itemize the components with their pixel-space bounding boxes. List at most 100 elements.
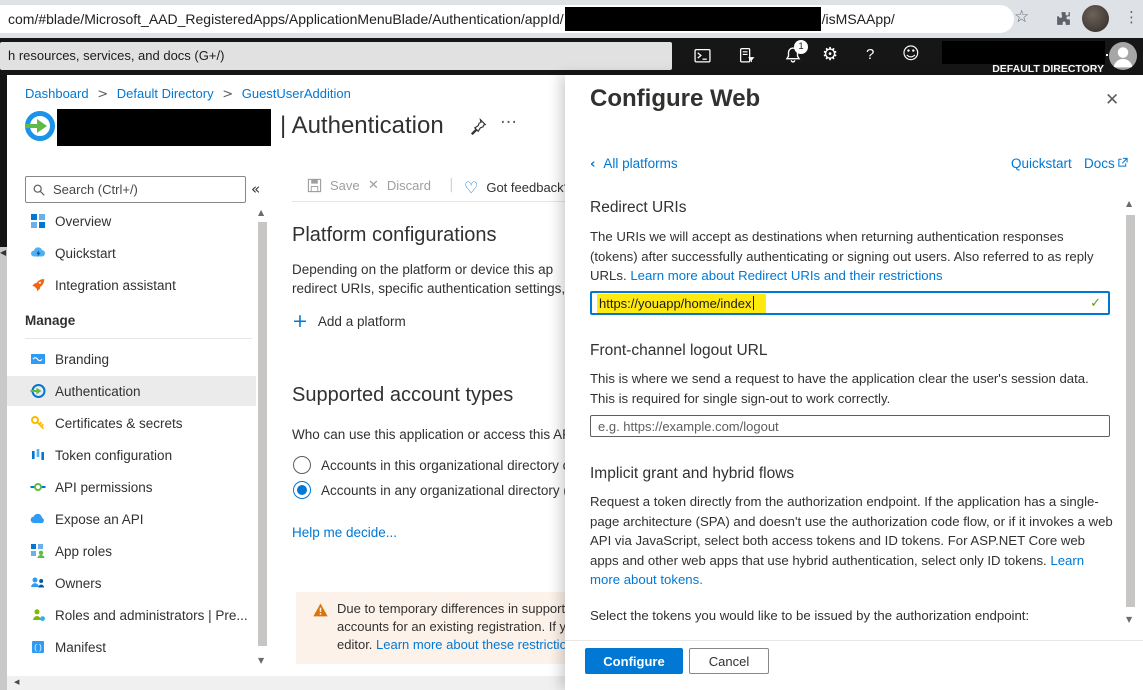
browser-menu-dots-icon[interactable]: ⋮ (1124, 8, 1139, 26)
browser-chrome: com/#blade/Microsoft_AAD_RegisteredApps/… (0, 0, 1143, 38)
url-suffix: /isMSAApp/ (822, 11, 895, 27)
collapse-sidebar-icon[interactable]: « (251, 180, 260, 198)
logout-url-placeholder: e.g. https://example.com/logout (598, 419, 779, 434)
discard-x-icon: ✕ (368, 178, 379, 193)
panel-title: Configure Web (590, 85, 760, 113)
cloud-shell-icon[interactable] (694, 48, 711, 64)
overview-grid-icon (30, 213, 46, 229)
add-platform-button[interactable]: + Add a platform (292, 310, 406, 332)
warning-triangle-icon (313, 603, 328, 617)
warning-line1: Due to temporary differences in supporte… (337, 601, 580, 616)
redirect-uri-input[interactable]: https://youapp/home/index ✓ (590, 291, 1110, 315)
cancel-button[interactable]: Cancel (689, 648, 769, 674)
rocket-icon (30, 277, 46, 293)
azure-profile-avatar[interactable] (1109, 42, 1137, 70)
global-search-input[interactable]: h resources, services, and docs (G+/) (0, 42, 672, 70)
directory-filter-icon[interactable] (738, 47, 756, 64)
panel-scroll-down-icon[interactable]: ▼ (1126, 615, 1132, 624)
redacted-account-email (943, 42, 1104, 63)
docs-link[interactable]: Docs (1084, 156, 1128, 171)
configure-button[interactable]: Configure (585, 648, 683, 674)
app-registration-icon (24, 110, 56, 142)
save-button[interactable]: Save (307, 178, 360, 193)
logout-url-input[interactable]: e.g. https://example.com/logout (590, 415, 1110, 437)
save-floppy-icon (307, 178, 322, 193)
help-me-decide-link[interactable]: Help me decide... (292, 525, 397, 540)
roles-admins-icon (30, 607, 46, 623)
redirect-learn-more-link[interactable]: Learn more about Redirect URIs and their… (630, 268, 942, 283)
sidebar-search-input[interactable]: Search (Ctrl+/) (25, 176, 246, 203)
svg-text:( ): ( ) (34, 643, 42, 652)
sidebar-item-manifest[interactable]: ( ) Manifest (7, 632, 256, 662)
hscroll-left-arrow-icon[interactable]: ◀ (14, 678, 19, 686)
sidebar-item-app-roles[interactable]: App roles (7, 536, 256, 566)
toolbar-divider (292, 201, 565, 202)
redirect-uris-description: The URIs we will accept as destinations … (590, 227, 1114, 286)
discard-button[interactable]: ✕ Discard (368, 178, 431, 193)
sidebar-item-authentication[interactable]: Authentication (7, 376, 256, 406)
browser-profile-avatar[interactable] (1082, 5, 1109, 32)
panel-scroll-up-icon[interactable]: ▲ (1126, 199, 1132, 208)
warning-line2: accounts for an existing registration. I… (337, 619, 588, 634)
text-cursor (753, 296, 754, 310)
sidebar-item-expose-api[interactable]: Expose an API (7, 504, 256, 534)
panel-scrollbar-thumb[interactable] (1126, 215, 1135, 607)
warning-line3: editor. Learn more about these restricti… (337, 637, 584, 652)
sidebar-scroll-up-icon[interactable]: ▲ (258, 208, 264, 217)
left-edge-scrollbar[interactable] (0, 247, 7, 690)
platform-desc-line1: Depending on the platform or device this… (292, 262, 553, 277)
breadcrumb-app[interactable]: GuestUserAddition (242, 86, 351, 101)
notification-badge: 1 (794, 40, 808, 54)
quickstart-cloud-icon (30, 245, 46, 261)
logout-url-heading: Front-channel logout URL (590, 342, 768, 360)
sidebar-item-branding[interactable]: Branding (7, 344, 256, 374)
bookmark-star-icon[interactable]: ☆ (1014, 7, 1029, 27)
help-icon[interactable]: ? (866, 46, 874, 63)
extensions-puzzle-icon[interactable] (1055, 10, 1072, 27)
close-icon[interactable]: ✕ (1105, 90, 1119, 110)
key-icon (30, 415, 46, 431)
token-bars-icon (30, 447, 46, 463)
sidebar-item-integration-assistant[interactable]: Integration assistant (7, 270, 256, 300)
settings-gear-icon[interactable]: ⚙ (822, 44, 838, 65)
azure-top-bar: h resources, services, and docs (G+/) 1 … (0, 38, 1143, 75)
search-icon (32, 183, 46, 197)
sidebar-item-api-permissions[interactable]: API permissions (7, 472, 256, 502)
feedback-smiley-icon[interactable]: ☺ (902, 44, 920, 64)
pin-icon[interactable] (470, 118, 487, 135)
account-types-question: Who can use this application or access t… (292, 427, 582, 442)
breadcrumb-separator-icon: > (222, 87, 233, 102)
api-permissions-icon (30, 479, 46, 495)
left-scroll-arrow-icon[interactable]: ◀ (0, 248, 6, 257)
platform-desc-line2: redirect URIs, specific authentication s… (292, 281, 576, 296)
heart-icon: ♡ (464, 178, 478, 197)
breadcrumb-dashboard[interactable]: Dashboard (25, 86, 89, 101)
sidebar-item-roles-administrators[interactable]: Roles and administrators | Pre... (7, 600, 256, 630)
radio-this-directory[interactable] (293, 456, 311, 474)
breadcrumb-directory[interactable]: Default Directory (117, 86, 214, 101)
horizontal-scrollbar[interactable] (7, 676, 565, 690)
all-platforms-back-link[interactable]: ‹ All platforms (590, 156, 678, 172)
sidebar-item-overview[interactable]: Overview (7, 206, 256, 236)
account-types-heading: Supported account types (292, 384, 513, 407)
configure-web-panel: Configure Web ✕ ‹ All platforms Quicksta… (565, 75, 1143, 690)
implicit-grant-description: Request a token directly from the author… (590, 492, 1114, 590)
sidebar-item-certificates-secrets[interactable]: Certificates & secrets (7, 408, 256, 438)
branding-icon (30, 351, 46, 367)
sidebar-item-quickstart[interactable]: Quickstart (7, 238, 256, 268)
sidebar-item-token-configuration[interactable]: Token configuration (7, 440, 256, 470)
breadcrumb: Dashboard > Default Directory > GuestUse… (25, 86, 351, 102)
more-options-ellipsis-icon[interactable]: … (500, 108, 518, 128)
radio-any-directory-label: Accounts in any organizational directory… (321, 483, 577, 498)
url-bar[interactable]: com/#blade/Microsoft_AAD_RegisteredApps/… (0, 5, 1014, 33)
feedback-button[interactable]: ♡ Got feedback? (464, 178, 571, 197)
logout-url-description: This is where we send a request to have … (590, 369, 1114, 408)
sidebar-item-owners[interactable]: Owners (7, 568, 256, 598)
radio-any-directory[interactable] (293, 481, 311, 499)
sidebar-scroll-down-icon[interactable]: ▼ (258, 656, 264, 665)
quickstart-link[interactable]: Quickstart (1011, 156, 1072, 171)
warning-learn-more-link[interactable]: Learn more about these restrictions. (376, 637, 584, 652)
sidebar-search-placeholder: Search (Ctrl+/) (53, 182, 138, 197)
redirect-uris-heading: Redirect URIs (590, 199, 686, 217)
sidebar-scrollbar-thumb[interactable] (258, 222, 267, 646)
